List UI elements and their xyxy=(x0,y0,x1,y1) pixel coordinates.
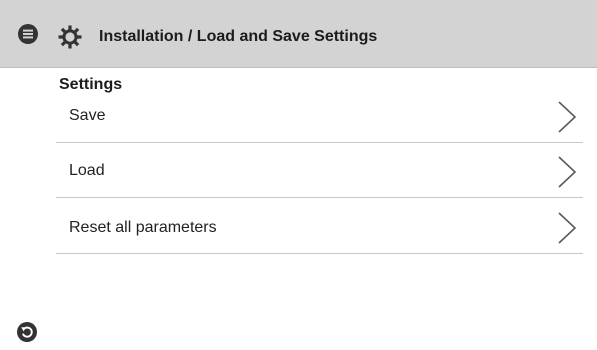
reset-all-parameters-label: Reset all parameters xyxy=(69,219,217,236)
chevron-right-icon xyxy=(558,101,577,133)
page-title: Installation / Load and Save Settings xyxy=(99,28,378,45)
chevron-right-icon xyxy=(558,212,577,244)
save-label: Save xyxy=(69,107,106,124)
save-item[interactable]: Save xyxy=(56,88,583,143)
load-item[interactable]: Load xyxy=(56,143,583,198)
back-icon[interactable] xyxy=(17,322,37,342)
gear-icon xyxy=(58,25,82,49)
top-bar: Installation / Load and Save Settings xyxy=(0,0,597,68)
chevron-right-icon xyxy=(558,156,577,188)
menu-icon[interactable] xyxy=(18,24,38,44)
load-label: Load xyxy=(69,162,105,179)
reset-all-parameters-item[interactable]: Reset all parameters xyxy=(56,199,583,254)
